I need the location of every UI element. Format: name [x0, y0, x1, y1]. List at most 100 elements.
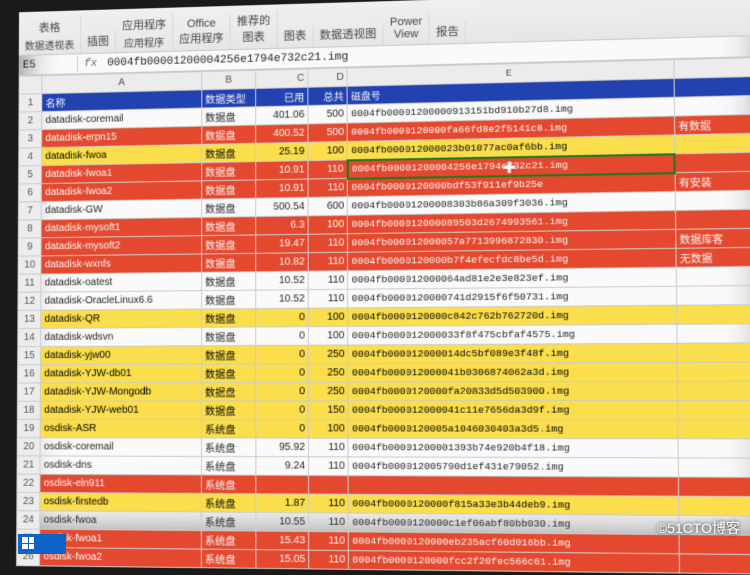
row-header[interactable]: 11 [18, 274, 41, 292]
header-cell[interactable]: 总共 [308, 86, 348, 105]
column-header[interactable]: C [256, 69, 308, 89]
cell[interactable]: 100 [308, 326, 348, 345]
cell[interactable]: 数据盘 [202, 125, 256, 144]
cell[interactable]: 250 [309, 382, 349, 401]
ribbon-group[interactable]: PowerView [384, 13, 430, 45]
cell[interactable]: 数据盘 [201, 364, 255, 383]
cell[interactable]: 100 [309, 419, 349, 438]
cell[interactable]: 数据盘 [202, 290, 256, 309]
cell[interactable] [676, 266, 750, 286]
cell[interactable] [675, 152, 750, 173]
cell[interactable]: 数据盘 [202, 217, 256, 236]
cell[interactable]: 有数据 [674, 114, 750, 135]
cell[interactable]: 25.19 [256, 142, 308, 161]
cell[interactable]: 数据盘 [202, 180, 256, 199]
cell[interactable]: 系统盘 [201, 531, 256, 550]
cell[interactable]: 110 [308, 271, 348, 290]
cell[interactable]: 系统盘 [201, 549, 256, 568]
cell[interactable]: datadisk-YJW-web01 [41, 401, 202, 419]
cell[interactable]: 0 [256, 382, 309, 401]
cell[interactable]: 110 [309, 438, 349, 457]
cell[interactable]: 500 [308, 105, 348, 124]
row-header[interactable]: 21 [17, 456, 40, 474]
row-header[interactable]: 16 [18, 365, 41, 383]
cell[interactable]: 500.54 [256, 197, 308, 216]
cell[interactable]: 0004fb00001200001393b74e920b4f18.img [348, 438, 678, 458]
ribbon-group[interactable]: 插图 [81, 30, 116, 53]
cell[interactable]: 600 [308, 197, 348, 216]
header-cell[interactable]: 数据类型 [202, 89, 256, 108]
cell[interactable]: 110 [309, 550, 349, 569]
windows-start-icon[interactable] [22, 537, 34, 549]
cell[interactable]: 250 [308, 364, 348, 383]
cell[interactable]: 15.05 [256, 550, 309, 569]
cell[interactable]: 数据盘 [202, 253, 256, 272]
cell[interactable]: datadisk-YJW-db01 [41, 364, 202, 383]
row-header[interactable]: 23 [17, 492, 40, 510]
cell[interactable]: 有安装 [675, 171, 750, 192]
cell[interactable]: osdisk-firstedb [40, 493, 201, 512]
cell[interactable] [678, 439, 750, 458]
cell[interactable]: 数据盘 [201, 401, 255, 420]
cell[interactable]: 110 [309, 494, 349, 513]
cell[interactable]: 401.06 [256, 106, 308, 125]
cell[interactable]: 500 [308, 123, 348, 142]
cell[interactable]: 6.3 [256, 216, 308, 235]
cell[interactable] [676, 305, 750, 325]
cell[interactable] [679, 554, 750, 574]
cell[interactable]: 数据盘 [202, 107, 256, 126]
row-header[interactable]: 22 [17, 474, 40, 492]
row-header[interactable]: 10 [18, 256, 41, 274]
cell[interactable] [675, 190, 750, 210]
cell[interactable]: 0004fb000012000014dc5bf089e3f48f.img [348, 343, 677, 363]
cell[interactable]: 0004fb0000120000f815a33e3b44deb9.img [349, 494, 679, 515]
cell[interactable]: 15.43 [256, 531, 309, 550]
cell[interactable]: 110 [308, 178, 348, 197]
row-header[interactable]: 14 [18, 328, 41, 346]
cell[interactable]: 9.24 [256, 457, 309, 476]
ribbon-group[interactable]: 图表 [278, 25, 314, 48]
cell[interactable] [676, 285, 750, 305]
cell[interactable]: 10.82 [256, 253, 309, 272]
cell[interactable]: 系统盘 [201, 419, 255, 438]
cell[interactable]: osdisk-fwoa [40, 511, 201, 531]
cell[interactable]: 110 [308, 252, 348, 271]
cell[interactable]: 10.91 [256, 161, 308, 180]
row-header[interactable]: 13 [18, 310, 41, 328]
cell[interactable] [678, 496, 750, 516]
ribbon-group[interactable]: 数据透视图 [313, 23, 383, 47]
cell[interactable]: datadisk-wdsvn [41, 327, 202, 346]
cell[interactable] [678, 477, 750, 497]
cell[interactable]: 0 [256, 419, 309, 438]
cell[interactable]: 10.91 [256, 179, 308, 198]
cell[interactable]: datadisk-YJW-Mongodb [41, 383, 202, 402]
cell[interactable]: 250 [308, 345, 348, 364]
cell[interactable]: 110 [308, 160, 348, 179]
row-header[interactable]: 3 [19, 130, 42, 148]
row-header[interactable]: 24 [17, 511, 40, 530]
fx-icon[interactable]: fx [78, 57, 103, 70]
cell[interactable] [677, 362, 750, 381]
cell[interactable]: 0004fb0000120005a1046030403a3d5.img [348, 419, 677, 438]
cell[interactable]: 100 [308, 215, 348, 234]
cell[interactable] [678, 458, 750, 478]
cell[interactable] [677, 400, 750, 419]
cell[interactable]: 数据盘 [201, 327, 255, 346]
cell[interactable]: 0 [256, 327, 309, 346]
column-header[interactable] [674, 57, 750, 78]
cell[interactable]: 0004fb000012000041c11e7656da3d9f.img [348, 400, 677, 419]
cell[interactable]: 0004fb0000120000fa20833d5d503900.img [348, 381, 677, 400]
cell[interactable]: 1.87 [256, 494, 309, 513]
cell[interactable]: 150 [309, 401, 349, 420]
header-cell[interactable]: 已用 [256, 87, 308, 107]
cell[interactable]: datadisk-oatest [41, 272, 201, 292]
cell[interactable]: datadisk-QR [41, 309, 201, 328]
ribbon-group[interactable]: 报告 [430, 20, 467, 44]
row-header[interactable]: 18 [17, 401, 40, 419]
cell[interactable]: 0 [256, 345, 309, 364]
cell[interactable]: 0 [256, 308, 309, 327]
cell[interactable]: 0 [256, 401, 309, 420]
row-header[interactable]: 19 [17, 419, 40, 437]
cell[interactable]: 系统盘 [201, 438, 256, 457]
cell[interactable]: 数据盘 [202, 143, 256, 162]
